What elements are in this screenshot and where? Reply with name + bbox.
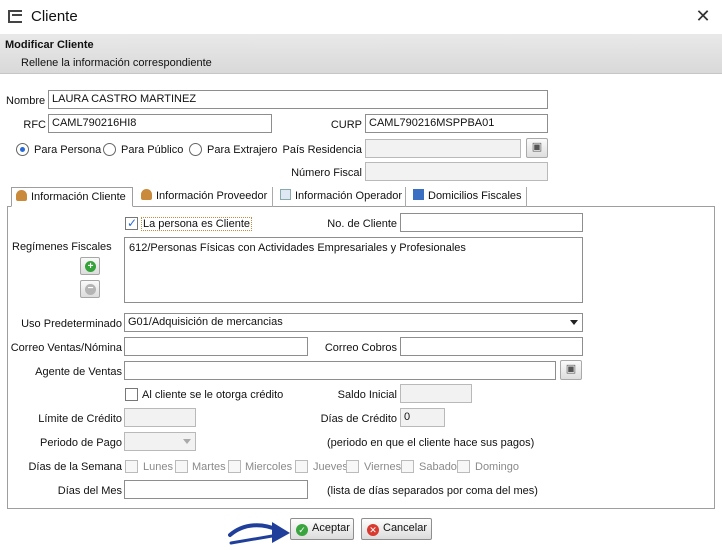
cancel-button[interactable]: ✕ Cancelar	[361, 518, 432, 540]
regimenes-list[interactable]: 612/Personas Físicas con Actividades Emp…	[124, 237, 583, 303]
cancel-label: Cancelar	[383, 522, 428, 534]
window-title: Cliente	[31, 8, 78, 25]
tab-label: Domicilios Fiscales	[428, 190, 522, 202]
curp-field[interactable]: CAML790216MSPPBA01	[365, 114, 548, 133]
day-checkbox-jueves[interactable]	[295, 460, 308, 473]
agente-label: Agente de Ventas	[35, 366, 122, 378]
day-label-martes: Martes	[192, 461, 226, 473]
day-label-jueves: Jueves	[313, 461, 348, 473]
credito-checkbox[interactable]	[125, 388, 138, 401]
person-icon	[16, 190, 27, 201]
chevron-down-icon	[570, 320, 578, 325]
tab-label: Información Proveedor	[156, 190, 268, 202]
header-subtitle: Rellene la información correspondiente	[21, 57, 212, 69]
uso-select[interactable]: G01/Adquisición de mercancias	[124, 313, 583, 332]
accept-label: Aceptar	[312, 522, 350, 534]
arrow-annotation-icon	[228, 522, 290, 545]
day-checkbox-miercoles[interactable]	[228, 460, 241, 473]
periodo-hint: (periodo en que el cliente hace sus pago…	[327, 437, 535, 449]
day-checkbox-martes[interactable]	[175, 460, 188, 473]
day-label-sabado: Sabado	[419, 461, 457, 473]
correo-cobros-label: Correo Cobros	[324, 342, 397, 354]
correo-ventas-field[interactable]	[124, 337, 308, 356]
credito-label: Al cliente se le otorga crédito	[142, 389, 284, 401]
title-bar	[0, 0, 722, 34]
header-title: Modificar Cliente	[5, 39, 94, 51]
curp-label: CURP	[330, 119, 362, 131]
book-icon	[413, 189, 424, 200]
accept-button[interactable]: ✓ Aceptar	[290, 518, 354, 540]
day-checkbox-domingo[interactable]	[457, 460, 470, 473]
limite-credito-field[interactable]	[124, 408, 196, 427]
correo-cobros-field[interactable]	[400, 337, 583, 356]
rfc-label: RFC	[23, 119, 46, 131]
regimen-item[interactable]: 612/Personas Físicas con Actividades Emp…	[129, 242, 578, 254]
uso-value: G01/Adquisición de mercancias	[128, 316, 283, 328]
day-checkbox-sabado[interactable]	[401, 460, 414, 473]
dias-semana-label: Días de la Semana	[28, 461, 122, 473]
tab-informacion-proveedor[interactable]: Información Proveedor	[137, 187, 273, 207]
radio-para-publico[interactable]	[103, 143, 116, 156]
correo-ventas-label: Correo Ventas/Nómina	[10, 342, 122, 354]
add-regimen-button[interactable]: +	[80, 257, 100, 275]
es-cliente-checkbox[interactable]	[125, 216, 138, 230]
day-checkbox-lunes[interactable]	[125, 460, 138, 473]
close-icon[interactable]: ✕	[692, 6, 714, 28]
numero-fiscal-field[interactable]	[365, 162, 548, 181]
person-icon	[141, 189, 152, 200]
rfc-field[interactable]: CAML790216HI8	[48, 114, 272, 133]
pais-lookup-button[interactable]: ▣	[526, 138, 548, 158]
no-cliente-field[interactable]	[400, 213, 583, 232]
day-label-miercoles: Miercoles	[245, 461, 293, 473]
pais-field[interactable]	[365, 139, 521, 158]
tab-domicilios-fiscales[interactable]: Domicilios Fiscales	[409, 187, 527, 207]
saldo-inicial-field[interactable]	[400, 384, 472, 403]
day-label-domingo: Domingo	[475, 461, 520, 473]
no-cliente-label: No. de Cliente	[327, 218, 397, 230]
check-icon: ✓	[296, 524, 308, 536]
pais-label: País Residencia	[282, 144, 363, 156]
dias-credito-field[interactable]: 0	[400, 408, 445, 427]
day-checkbox-viernes[interactable]	[346, 460, 359, 473]
plus-icon: +	[85, 261, 96, 272]
chevron-down-icon	[183, 439, 191, 444]
es-cliente-label: La persona es Cliente	[141, 217, 253, 231]
dias-mes-label: Días del Mes	[57, 485, 122, 497]
radio-label-para-publico: Para Público	[121, 144, 184, 156]
uso-label: Uso Predeterminado	[21, 318, 122, 330]
tab-informacion-cliente[interactable]: Información Cliente	[11, 187, 133, 207]
window-icon	[8, 10, 22, 23]
id-card-icon	[280, 189, 291, 200]
minus-icon: −	[85, 284, 96, 295]
periodo-pago-label: Periodo de Pago	[40, 437, 122, 449]
binoculars-icon: ▣	[565, 363, 577, 375]
radio-para-extranjero[interactable]	[189, 143, 202, 156]
tab-label: Información Cliente	[31, 191, 126, 203]
agente-field[interactable]	[124, 361, 556, 380]
day-label-viernes: Viernes	[364, 461, 402, 473]
nombre-field[interactable]: LAURA CASTRO MARTINEZ	[48, 90, 548, 109]
periodo-pago-select[interactable]	[124, 432, 196, 451]
tab-label: Información Operador	[295, 190, 402, 202]
agente-lookup-button[interactable]: ▣	[560, 360, 582, 380]
limite-credito-label: Límite de Crédito	[38, 413, 122, 425]
dias-mes-field[interactable]	[124, 480, 308, 499]
numero-fiscal-label: Número Fiscal	[291, 167, 362, 179]
dias-credito-label: Días de Crédito	[320, 413, 397, 425]
dias-mes-hint: (lista de días separados por coma del me…	[327, 485, 538, 497]
remove-regimen-button[interactable]: −	[80, 280, 100, 298]
nombre-label: Nombre	[6, 95, 46, 107]
radio-label-para-extranjero: Para Extrajero	[207, 144, 278, 156]
saldo-inicial-label: Saldo Inicial	[337, 389, 397, 401]
radio-para-persona[interactable]	[16, 143, 29, 156]
cancel-icon: ✕	[367, 524, 379, 536]
tab-informacion-operador[interactable]: Información Operador	[276, 187, 406, 207]
regimenes-label: Regímenes Fiscales	[12, 241, 112, 253]
binoculars-icon: ▣	[531, 141, 543, 153]
day-label-lunes: Lunes	[143, 461, 173, 473]
radio-label-para-persona: Para Persona	[34, 144, 102, 156]
